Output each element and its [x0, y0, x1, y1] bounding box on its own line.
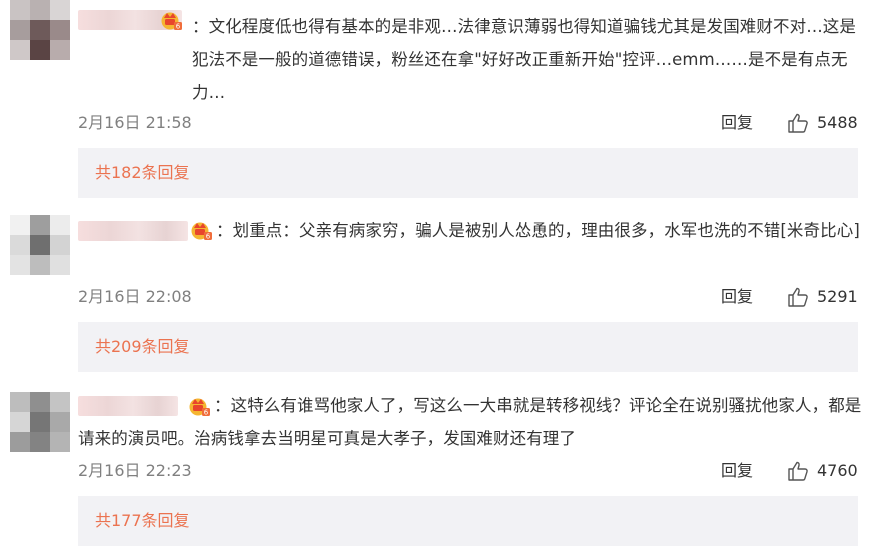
more-replies-link[interactable]: 共182条回复: [95, 161, 190, 185]
thumbs-up-icon: [788, 287, 808, 307]
like-count: 5488: [817, 113, 858, 132]
more-replies-box: 共177条回复: [78, 496, 858, 546]
comment-text-block: ：这特么有谁骂他家人了，写这么一大串就是转移视线？评论全在说别骚扰他家人，都是请…: [78, 389, 862, 455]
crown-badge-icon: 6: [161, 12, 182, 31]
reply-button[interactable]: 回复: [721, 459, 753, 483]
avatar[interactable]: [10, 392, 70, 452]
comment-text: ：划重点：父亲有病家穷，骗人是被别人怂恿的，理由很多，水军也洗的不错[米奇比心]: [216, 221, 860, 240]
like-count: 5291: [817, 287, 858, 306]
comment-meta: 2月16日 21:58 回复 5488: [78, 111, 858, 135]
comment-date: 2月16日 22:23: [78, 461, 192, 480]
comment-list: 6 ：文化程度低也得有基本的是非观…法律意识薄弱也得知道骗钱尤其是发国难财不对……: [0, 0, 879, 546]
comment-text-block: ：划重点：父亲有病家穷，骗人是被别人怂恿的，理由很多，水军也洗的不错[米奇比心]: [78, 214, 862, 247]
avatar[interactable]: [10, 215, 70, 275]
svg-text:6: 6: [176, 23, 181, 31]
more-replies-link[interactable]: 共177条回复: [95, 509, 190, 533]
reply-button[interactable]: 回复: [721, 111, 753, 135]
comment-text-line1: ：文化程度低也得有基本的是非观…法律意识薄弱也得知道骗钱尤其是发国难财不对…这是…: [192, 10, 862, 109]
more-replies-box: 共209条回复: [78, 322, 858, 372]
comment-text: ：这特么有谁骂他家人了，写这么一大串就是转移视线？评论全在说别骚扰他家人，都是请…: [78, 396, 862, 448]
like-count: 4760: [817, 461, 858, 480]
more-replies-box: 共182条回复: [78, 148, 858, 198]
avatar[interactable]: [10, 0, 70, 60]
comment-date: 2月16日 21:58: [78, 113, 192, 132]
thumbs-up-icon: [788, 461, 808, 481]
comment-date: 2月16日 22:08: [78, 287, 192, 306]
more-replies-link[interactable]: 共209条回复: [95, 335, 190, 359]
thumbs-up-icon: [788, 113, 808, 133]
comment-text: ：文化程度低也得有基本的是非观…法律意识薄弱也得知道骗钱尤其是发国难财不对…这是…: [192, 17, 856, 102]
comment-meta: 2月16日 22:08 回复 5291: [78, 285, 858, 309]
comment-meta: 2月16日 22:23 回复 4760: [78, 459, 858, 483]
reply-button[interactable]: 回复: [721, 285, 753, 309]
